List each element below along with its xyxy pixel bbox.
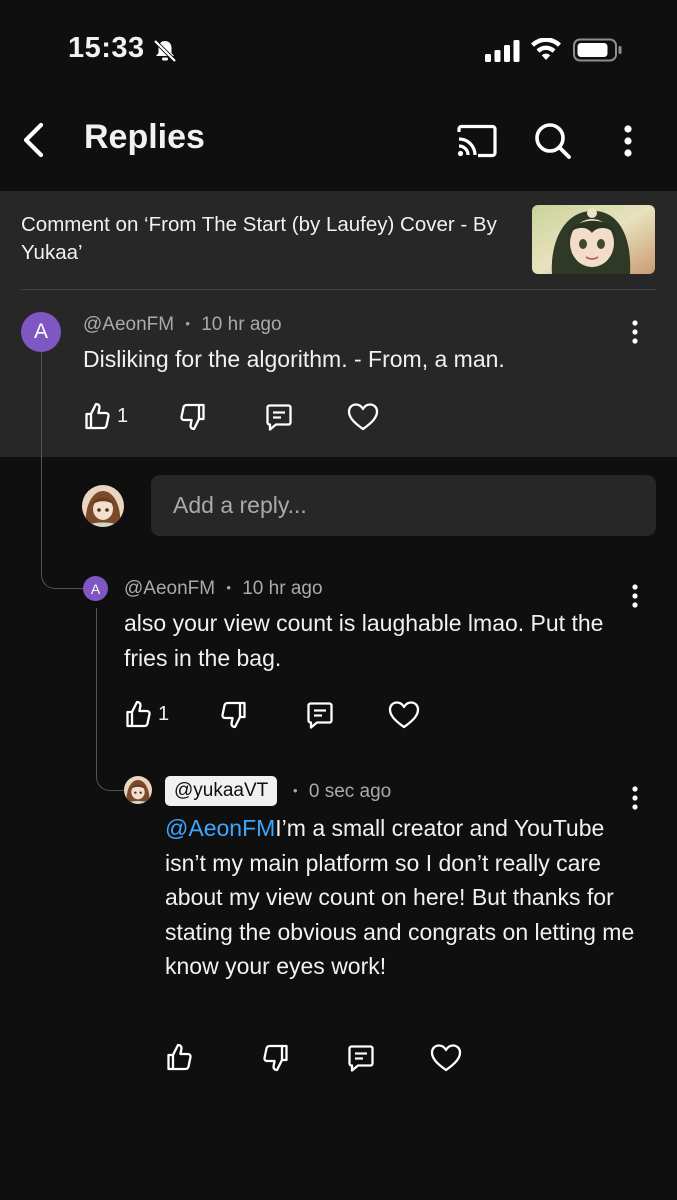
status-time: 15:33 xyxy=(68,32,145,64)
cast-icon[interactable] xyxy=(456,124,498,158)
dislike-icon[interactable] xyxy=(179,402,207,432)
comment-text: also your view count is laughable lmao. … xyxy=(124,610,604,671)
heart-icon[interactable] xyxy=(430,1043,462,1073)
comment-author[interactable]: @AeonFM xyxy=(83,314,174,335)
comment-more-icon[interactable] xyxy=(631,320,639,344)
like-icon[interactable] xyxy=(83,401,111,431)
heart-icon[interactable] xyxy=(347,402,379,432)
reply-icon[interactable] xyxy=(305,700,335,730)
like-icon[interactable] xyxy=(124,699,152,729)
meta-separator: • xyxy=(185,316,190,331)
reply-icon[interactable] xyxy=(346,1043,376,1073)
reply-icon[interactable] xyxy=(264,402,294,432)
comment-author[interactable]: @AeonFM xyxy=(124,578,215,599)
battery-icon xyxy=(573,38,623,62)
video-thumbnail[interactable] xyxy=(532,205,655,274)
meta-separator: • xyxy=(226,580,231,595)
like-count: 1 xyxy=(117,405,129,427)
avatar[interactable]: A xyxy=(83,576,108,601)
meta-separator: • xyxy=(293,783,298,798)
like-count: 1 xyxy=(158,703,170,725)
creator-handle-chip[interactable]: @yukaaVT xyxy=(165,776,278,806)
comment-meta: @AeonFM • 10 hr ago xyxy=(83,314,282,336)
more-icon[interactable] xyxy=(623,125,633,157)
wifi-icon xyxy=(530,38,562,62)
avatar[interactable]: A xyxy=(21,312,61,352)
heart-icon[interactable] xyxy=(388,700,420,730)
dislike-icon[interactable] xyxy=(220,700,248,730)
comment-time: 0 sec ago xyxy=(308,781,392,802)
comment-more-icon[interactable] xyxy=(631,786,639,810)
search-icon[interactable] xyxy=(533,121,573,161)
reply-input-placeholder: Add a reply... xyxy=(173,492,307,518)
comment-more-icon[interactable] xyxy=(631,584,639,608)
bell-slash-icon xyxy=(152,38,178,64)
page-title: Replies xyxy=(84,118,205,156)
thread-line xyxy=(41,352,84,589)
comment-meta: • 0 sec ago xyxy=(293,781,391,803)
comment-time: 10 hr ago xyxy=(201,314,282,335)
signal-icon xyxy=(485,40,521,62)
avatar[interactable] xyxy=(124,776,152,804)
comment-context-text: Comment on ‘From The Start (by Laufey) C… xyxy=(21,213,497,264)
thread-line xyxy=(96,608,125,791)
comment-time: 10 hr ago xyxy=(242,578,323,599)
comment-text: Disliking for the algorithm. - From, a m… xyxy=(83,346,505,372)
dislike-icon[interactable] xyxy=(262,1043,290,1073)
mention-link[interactable]: @AeonFM xyxy=(165,815,275,841)
current-user-avatar[interactable] xyxy=(82,485,124,527)
back-icon[interactable] xyxy=(20,122,48,158)
comment-text: @AeonFMI’m a small creator and YouTube i… xyxy=(165,811,637,984)
like-icon[interactable] xyxy=(165,1042,193,1072)
comment-meta: @AeonFM • 10 hr ago xyxy=(124,578,323,600)
